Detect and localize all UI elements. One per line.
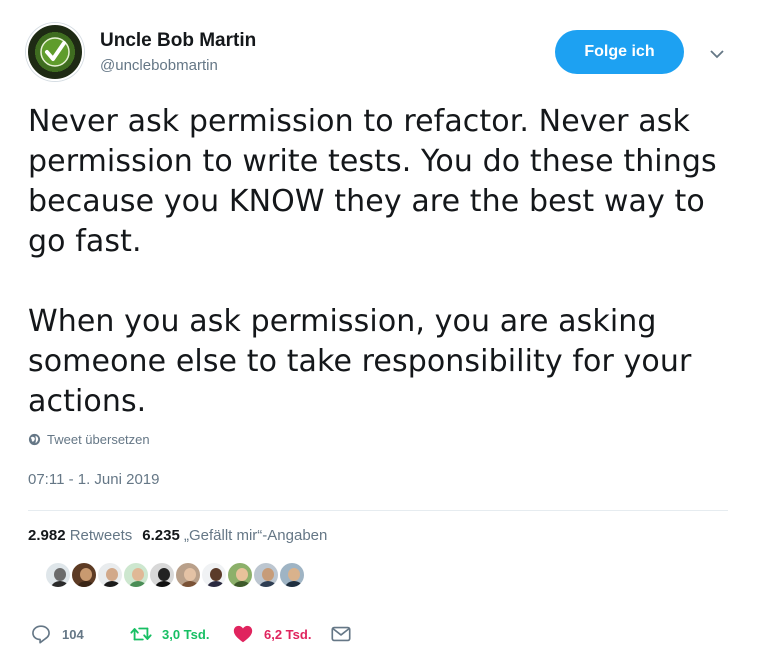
tweet-header: Uncle Bob Martin @unclebobmartin Folge i… xyxy=(26,23,736,87)
retweet-count: 3,0 Tsd. xyxy=(162,626,210,642)
retweets-label: Retweets xyxy=(69,527,133,544)
globe-icon xyxy=(28,433,41,446)
like-button[interactable]: 6,2 Tsd. xyxy=(232,623,330,645)
checkmark-icon xyxy=(40,37,70,67)
liker-avatars xyxy=(44,561,306,593)
timestamp[interactable]: 07:11 - 1. Juni 2019 xyxy=(28,471,159,488)
follow-button[interactable]: Folge ich xyxy=(555,30,684,74)
tweet-actions: 104 3,0 Tsd. 6,2 Tsd. xyxy=(30,622,352,646)
divider xyxy=(28,510,728,511)
author-name[interactable]: Uncle Bob Martin xyxy=(100,30,256,52)
envelope-icon xyxy=(331,626,351,642)
avatar[interactable] xyxy=(26,23,84,81)
tweet-stats: 2.982 Retweets 6.235 „Gefällt mir“-Angab… xyxy=(28,527,327,544)
retweet-icon xyxy=(130,627,152,641)
like-count: 6,2 Tsd. xyxy=(264,626,312,642)
retweet-button[interactable]: 3,0 Tsd. xyxy=(130,623,232,645)
liker-avatar[interactable] xyxy=(200,561,228,589)
reply-icon xyxy=(32,625,50,644)
retweets-stat[interactable]: 2.982 Retweets xyxy=(28,527,132,544)
likes-stat[interactable]: 6.235 „Gefällt mir“-Angaben xyxy=(142,527,327,544)
liker-avatar[interactable] xyxy=(278,561,306,589)
liker-avatar[interactable] xyxy=(122,561,150,589)
liker-avatar[interactable] xyxy=(44,561,72,589)
translate-link[interactable]: Tweet übersetzen xyxy=(28,432,150,447)
liker-avatar[interactable] xyxy=(70,561,98,589)
translate-label[interactable]: Tweet übersetzen xyxy=(47,432,150,447)
reply-button[interactable]: 104 xyxy=(30,623,130,645)
liker-avatar[interactable] xyxy=(174,561,202,589)
tweet-text: Never ask permission to refactor. Never … xyxy=(28,104,717,419)
liker-avatar[interactable] xyxy=(252,561,280,589)
liker-avatar[interactable] xyxy=(96,561,124,589)
likes-label: „Gefällt mir“-Angaben xyxy=(183,527,328,544)
reply-count: 104 xyxy=(62,626,84,642)
author-handle[interactable]: @unclebobmartin xyxy=(100,57,218,74)
liker-avatar[interactable] xyxy=(148,561,176,589)
retweets-count: 2.982 xyxy=(28,527,66,544)
liker-avatar[interactable] xyxy=(226,561,254,589)
heart-icon xyxy=(233,625,253,643)
chevron-down-icon[interactable] xyxy=(707,44,727,64)
likes-count: 6.235 xyxy=(142,527,180,544)
direct-message-button[interactable] xyxy=(330,623,352,645)
